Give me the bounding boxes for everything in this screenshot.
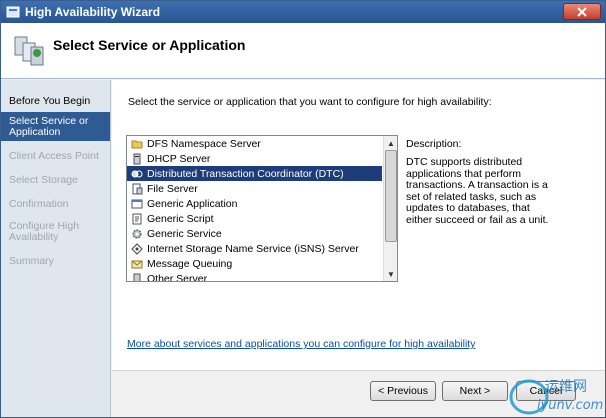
more-info-link[interactable]: More about services and applications you… bbox=[127, 338, 475, 350]
list-item[interactable]: Generic Application bbox=[127, 196, 382, 211]
step-select-storage: Select Storage bbox=[1, 171, 110, 189]
wizard-app-icon bbox=[6, 6, 20, 18]
list-item[interactable]: DFS Namespace Server bbox=[127, 136, 382, 151]
application-icon bbox=[131, 199, 143, 208]
step-client-access-point: Client Access Point bbox=[1, 147, 110, 165]
message-queue-icon bbox=[131, 260, 143, 268]
wizard-steps-pane: Before You Begin Select Service or Appli… bbox=[1, 80, 111, 417]
list-item[interactable]: File Server bbox=[127, 181, 382, 196]
list-item-label: File Server bbox=[147, 182, 198, 195]
step-label: Summary bbox=[9, 255, 54, 267]
list-item-label: Distributed Transaction Coordinator (DTC… bbox=[147, 167, 344, 180]
page-title: Select Service or Application bbox=[53, 37, 246, 53]
step-label: Select Service or Application bbox=[9, 115, 89, 138]
cluster-wizard-icon bbox=[14, 36, 44, 66]
list-item-label: DHCP Server bbox=[147, 152, 211, 165]
next-button[interactable]: Next > bbox=[442, 381, 508, 401]
service-list: DFS Namespace Server DHCP Server Distrib… bbox=[127, 136, 382, 282]
close-button[interactable] bbox=[563, 3, 601, 20]
description-text: DTC supports distributed applications th… bbox=[406, 156, 549, 226]
close-icon bbox=[577, 6, 587, 17]
script-icon bbox=[132, 213, 142, 224]
list-item-label: Generic Application bbox=[147, 197, 238, 210]
step-select-service[interactable]: Select Service or Application bbox=[1, 112, 110, 141]
step-label: Client Access Point bbox=[9, 150, 99, 162]
list-item-selected[interactable]: Distributed Transaction Coordinator (DTC… bbox=[127, 166, 382, 181]
scroll-thumb[interactable] bbox=[385, 150, 397, 242]
previous-button[interactable]: < Previous bbox=[370, 381, 436, 401]
list-item-label: DFS Namespace Server bbox=[147, 137, 261, 150]
wizard-header: Select Service or Application bbox=[1, 23, 605, 79]
list-item-label: Internet Storage Name Service (iSNS) Ser… bbox=[147, 242, 359, 255]
list-item[interactable]: Generic Service bbox=[127, 226, 382, 241]
description-label: Description: bbox=[406, 138, 462, 150]
list-item[interactable]: Other Server bbox=[127, 271, 382, 282]
list-item[interactable]: Message Queuing bbox=[127, 256, 382, 271]
list-scrollbar[interactable]: ▲ ▼ bbox=[383, 136, 397, 281]
step-label: Before You Begin bbox=[9, 95, 91, 107]
step-label: Select Storage bbox=[9, 174, 78, 186]
folder-icon bbox=[131, 140, 143, 148]
server-icon bbox=[133, 273, 141, 281]
scroll-down-arrow-icon[interactable]: ▼ bbox=[385, 268, 397, 280]
scroll-up-arrow-icon[interactable]: ▲ bbox=[385, 137, 397, 149]
svg-text:iyunv.com: iyunv.com bbox=[537, 398, 603, 413]
title-bar: High Availability Wizard bbox=[1, 1, 605, 23]
list-item-label: Generic Script bbox=[147, 212, 214, 225]
dtc-icon bbox=[131, 170, 143, 177]
step-label: Configure High Availability bbox=[9, 220, 80, 243]
step-label: Confirmation bbox=[9, 198, 69, 210]
wizard-content: Select the service or application that y… bbox=[112, 80, 605, 370]
list-item-label: Message Queuing bbox=[147, 257, 233, 270]
isns-icon bbox=[131, 242, 143, 255]
list-item-label: Generic Service bbox=[147, 227, 222, 240]
site-watermark-logo: 运维网 iyunv.com bbox=[509, 379, 603, 415]
window-title: High Availability Wizard bbox=[25, 5, 161, 19]
wizard-window: High Availability Wizard Select Service … bbox=[0, 0, 606, 418]
step-configure-high-availability: Configure High Availability bbox=[1, 217, 110, 246]
service-gear-icon bbox=[132, 229, 142, 238]
list-item-label: Other Server bbox=[147, 272, 208, 282]
step-confirmation: Confirmation bbox=[1, 195, 110, 213]
step-summary: Summary bbox=[1, 252, 110, 270]
file-server-icon bbox=[132, 183, 143, 194]
list-item[interactable]: Internet Storage Name Service (iSNS) Ser… bbox=[127, 241, 382, 256]
server-icon bbox=[133, 153, 141, 164]
step-before-you-begin[interactable]: Before You Begin bbox=[1, 92, 110, 110]
service-listbox[interactable]: DFS Namespace Server DHCP Server Distrib… bbox=[126, 135, 398, 282]
instruction-text: Select the service or application that y… bbox=[128, 96, 492, 108]
list-item[interactable]: Generic Script bbox=[127, 211, 382, 226]
list-item[interactable]: DHCP Server bbox=[127, 151, 382, 166]
svg-text:运维网: 运维网 bbox=[545, 379, 587, 395]
